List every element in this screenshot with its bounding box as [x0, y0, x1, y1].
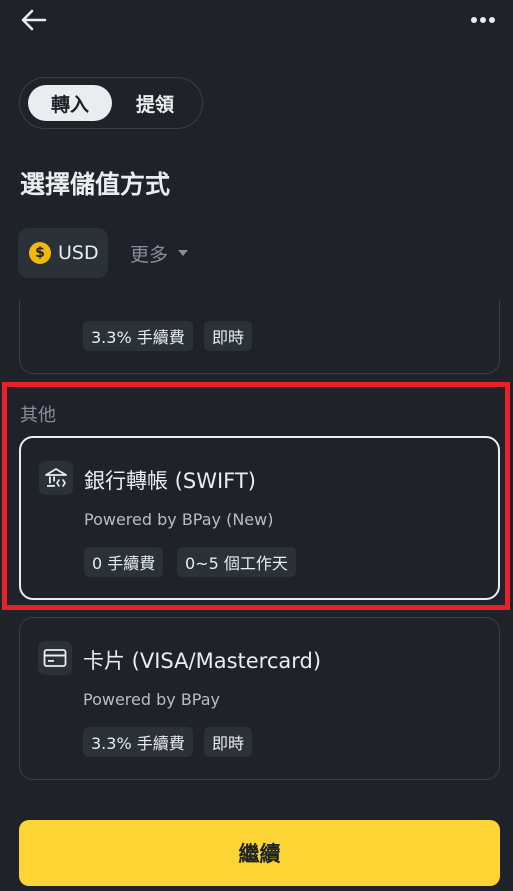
continue-button[interactable]: 繼續 [19, 820, 500, 886]
credit-card-icon [38, 641, 72, 675]
deposit-page: 轉入 提領 選擇儲值方式 $ USD 更多 3.3% 手續費 即時 其他 銀行轉… [0, 0, 513, 891]
method-subtitle: Powered by BPay [83, 690, 220, 709]
page-title: 選擇儲值方式 [20, 170, 171, 199]
speed-tag: 即時 [204, 727, 253, 757]
speed-tag: 即時 [204, 321, 253, 351]
tab-withdraw[interactable]: 提領 [118, 85, 192, 121]
fee-tag: 3.3% 手續費 [83, 727, 193, 757]
more-label: 更多 [130, 243, 169, 266]
currency-chip-usd[interactable]: $ USD [18, 228, 108, 278]
more-horizontal-icon [471, 17, 495, 23]
back-button[interactable] [18, 6, 50, 34]
highlight-annotation-box [2, 382, 510, 610]
fee-tag: 3.3% 手續費 [83, 321, 193, 351]
more-options-button[interactable] [467, 6, 499, 34]
more-currency-dropdown[interactable]: 更多 [130, 238, 189, 268]
deposit-withdraw-switch: 轉入 提領 [19, 77, 203, 129]
tab-deposit[interactable]: 轉入 [28, 85, 112, 121]
method-title: 卡片 (VISA/Mastercard) [83, 649, 322, 673]
top-bar [0, 0, 513, 44]
arrow-left-icon [21, 9, 47, 31]
method-card-partial[interactable]: 3.3% 手續費 即時 [19, 300, 500, 374]
dollar-coin-icon: $ [29, 242, 51, 264]
method-card-credit-card[interactable]: 卡片 (VISA/Mastercard) Powered by BPay 3.3… [19, 617, 500, 780]
caret-down-icon [178, 250, 189, 256]
currency-code: USD [58, 242, 99, 264]
